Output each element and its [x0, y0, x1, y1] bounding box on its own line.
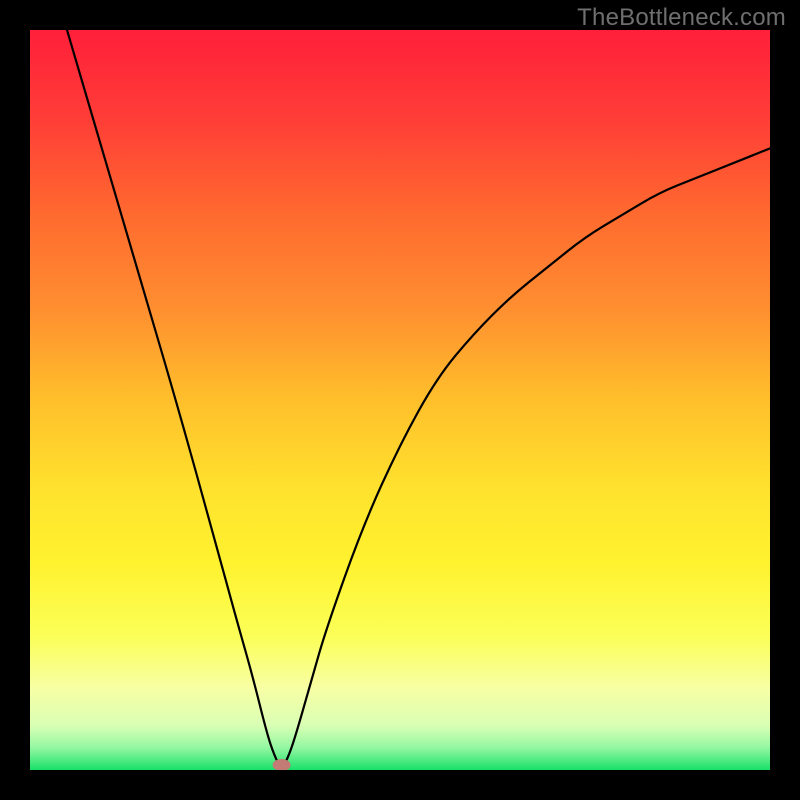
gradient-background: [30, 30, 770, 770]
chart-frame: TheBottleneck.com: [0, 0, 800, 800]
watermark-text: TheBottleneck.com: [577, 4, 786, 32]
chart-svg: [30, 30, 770, 770]
plot-area: [30, 30, 770, 770]
